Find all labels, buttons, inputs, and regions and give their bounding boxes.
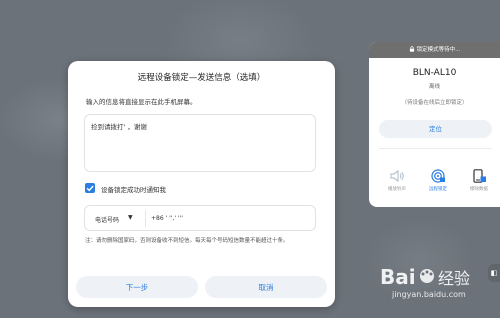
phone-field: 电话号码 ▼ +86 ' '',' ''' <box>84 205 316 231</box>
message-text: 捡到请拨打' ，谢谢 <box>91 123 147 131</box>
lock-icon <box>409 46 414 52</box>
panel-divider <box>379 148 492 149</box>
erase-data-label: 擦除数据 <box>470 187 488 192</box>
sms-note: 注：请勿删除国家码，否则设备收不到短信。每天每个号码短信数量不能超过十条。 <box>85 238 289 244</box>
svg-text:经验: 经验 <box>438 269 470 288</box>
erase-data-action[interactable]: 擦除数据 <box>462 169 496 192</box>
baidu-jingyan-watermark: Bai 经验 jingyan.baidu.com <box>380 265 470 299</box>
next-button[interactable]: 下一步 <box>76 276 198 298</box>
locate-button[interactable]: 定位 <box>379 120 492 138</box>
remote-lock-icon <box>431 169 445 183</box>
speaker-icon <box>390 169 404 183</box>
dialog-description: 输入的信息将直接显示在此手机屏幕。 <box>86 98 197 106</box>
device-panel: 锁定模式等待中... BLN-AL10 离线 （待设备在线后立即锁定） 定位 播… <box>369 42 500 207</box>
cancel-button[interactable]: 取消 <box>205 276 327 298</box>
device-status: 离线 <box>428 84 440 90</box>
play-ring-label: 播放铃声 <box>388 187 406 192</box>
caret-down-icon[interactable]: ▼ <box>128 214 133 221</box>
message-textarea[interactable]: 捡到请拨打' ，谢谢 <box>84 114 316 172</box>
checkmark-icon <box>86 185 94 192</box>
remote-lock-label: 远程锁定 <box>429 187 447 192</box>
lock-mode-text: 锁定模式等待中... <box>416 47 461 53</box>
device-status-note: （待设备在线后立即锁定） <box>401 100 468 106</box>
device-name: BLN-AL10 <box>412 68 457 78</box>
svg-text:Bai: Bai <box>380 265 416 289</box>
notify-label: 设备锁定成功时通知我 <box>101 186 166 194</box>
phone-divider <box>145 210 146 227</box>
dialog-title: 远程设备锁定—发送信息（选填） <box>137 73 266 83</box>
remote-lock-action[interactable]: 远程锁定 <box>421 169 455 192</box>
lock-mode-banner: 锁定模式等待中... <box>369 42 500 58</box>
phone-type-select[interactable]: 电话号码 <box>95 215 119 224</box>
send-message-dialog: 远程设备锁定—发送信息（选填） 输入的信息将直接显示在此手机屏幕。 捡到请拨打'… <box>68 61 335 307</box>
play-ring-action[interactable]: 播放铃声 <box>380 169 414 192</box>
svg-text:jingyan.baidu.com: jingyan.baidu.com <box>391 290 466 299</box>
notify-checkbox[interactable] <box>85 183 95 193</box>
erase-phone-icon <box>473 169 486 183</box>
phone-number-input[interactable]: +86 ' '',' ''' <box>151 215 183 222</box>
